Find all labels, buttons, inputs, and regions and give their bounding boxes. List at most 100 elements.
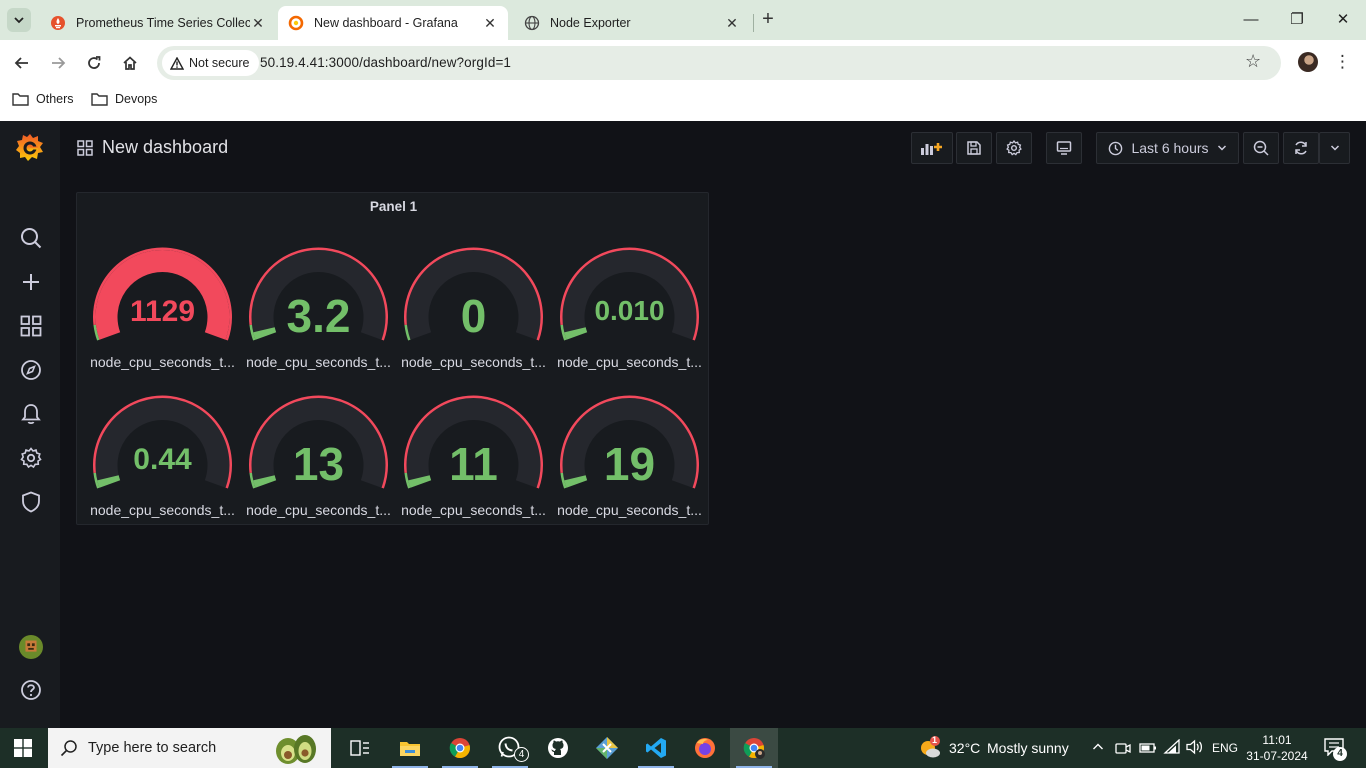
- gauge-arc: [93, 247, 232, 341]
- save-dashboard-button[interactable]: [956, 132, 992, 164]
- volume-icon[interactable]: [1186, 739, 1204, 760]
- bookmark-label: Others: [36, 92, 74, 106]
- restore-button[interactable]: ❐: [1282, 8, 1312, 32]
- tab-node-exporter[interactable]: Node Exporter ✕: [514, 6, 750, 40]
- tab-strip: Prometheus Time Series Collecti ✕ New da…: [0, 0, 1366, 40]
- battery-icon[interactable]: [1139, 741, 1157, 760]
- grafana-favicon-icon: [288, 15, 304, 31]
- dashboards-grid-icon[interactable]: [19, 314, 43, 338]
- zoom-out-button[interactable]: [1243, 132, 1279, 164]
- bookmark-folder-others[interactable]: Others: [12, 92, 74, 106]
- gauge-label: node_cpu_seconds_t...: [90, 502, 235, 518]
- minimize-button[interactable]: —: [1236, 8, 1266, 32]
- meet-now-icon[interactable]: [1115, 740, 1131, 761]
- taskbar-clock[interactable]: 11:01 31-07-2024: [1245, 732, 1309, 764]
- chevron-down-icon: [14, 17, 24, 24]
- gauge: 0 node_cpu_seconds_t...: [396, 237, 551, 372]
- gauge-label: node_cpu_seconds_t...: [401, 354, 546, 370]
- windows-start-icon[interactable]: [14, 739, 32, 762]
- refresh-interval-dropdown[interactable]: [1319, 132, 1350, 164]
- notification-center-icon[interactable]: 4: [1324, 738, 1348, 761]
- gauge: 13 node_cpu_seconds_t...: [241, 385, 396, 520]
- time-range-label: Last 6 hours: [1131, 140, 1209, 156]
- github-icon[interactable]: [534, 728, 582, 768]
- home-button[interactable]: [117, 50, 143, 76]
- gauge-value: 19: [603, 438, 656, 490]
- tab-separator: [753, 14, 754, 32]
- weather-description[interactable]: Mostly sunny: [987, 740, 1069, 756]
- wifi-icon[interactable]: [1163, 738, 1181, 760]
- add-panel-icon: [921, 143, 942, 155]
- gauge-value: 0.44: [133, 443, 192, 476]
- forward-button[interactable]: [45, 50, 71, 76]
- firefox-icon[interactable]: [681, 728, 729, 768]
- star-icon[interactable]: ☆: [1245, 51, 1261, 72]
- user-avatar[interactable]: [19, 635, 43, 659]
- input-language[interactable]: ENG: [1212, 741, 1238, 755]
- tv-mode-button[interactable]: [1046, 132, 1082, 164]
- chevron-up-icon[interactable]: [1092, 740, 1104, 758]
- file-explorer-icon[interactable]: [386, 728, 434, 768]
- chrome-active-icon[interactable]: [730, 728, 778, 768]
- new-tab-button[interactable]: +: [758, 9, 778, 29]
- security-indicator[interactable]: Not secure: [162, 50, 260, 76]
- dashboard-settings-button[interactable]: [996, 132, 1032, 164]
- chrome-icon[interactable]: [436, 728, 484, 768]
- close-window-button[interactable]: ✕: [1328, 8, 1358, 32]
- clock-time: 11:01: [1262, 733, 1292, 747]
- search-icon[interactable]: [19, 226, 43, 250]
- close-icon[interactable]: ✕: [250, 15, 266, 32]
- browser-toolbar: Not secure 50.19.4.41:3000/dashboard/new…: [0, 40, 1366, 86]
- git-tool-icon[interactable]: [583, 728, 631, 768]
- gauge-value: 13: [292, 438, 345, 490]
- tab-prometheus[interactable]: Prometheus Time Series Collecti ✕: [40, 6, 276, 40]
- avocado-decoration-icon: [276, 735, 316, 764]
- taskbar-search[interactable]: Type here to search: [48, 728, 331, 768]
- vscode-icon[interactable]: [632, 728, 680, 768]
- plus-icon[interactable]: [19, 270, 43, 294]
- gauge-value: 11: [449, 438, 498, 490]
- tab-title: New dashboard - Grafana: [314, 16, 458, 30]
- weather-icon[interactable]: 1: [918, 735, 942, 760]
- task-view-icon[interactable]: [336, 728, 384, 768]
- gauge-label: node_cpu_seconds_t...: [90, 354, 235, 370]
- tab-grafana[interactable]: New dashboard - Grafana ✕: [278, 6, 508, 40]
- windows-taskbar: Type here to search 4 1 32°C Mostly sunn…: [0, 728, 1366, 768]
- menu-kebab-icon[interactable]: ⋮: [1334, 51, 1351, 73]
- gauge: 19 node_cpu_seconds_t...: [552, 385, 707, 520]
- shield-icon[interactable]: [19, 490, 43, 514]
- temperature[interactable]: 32°C: [949, 740, 980, 756]
- compass-icon[interactable]: [19, 358, 43, 382]
- reload-icon: [88, 56, 101, 69]
- profile-avatar[interactable]: [1298, 52, 1318, 72]
- warning-icon: [170, 56, 184, 70]
- arrow-right-icon: [52, 57, 66, 69]
- search-icon: [60, 740, 77, 757]
- refresh-icon: [1295, 141, 1307, 155]
- address-bar[interactable]: Not secure 50.19.4.41:3000/dashboard/new…: [157, 46, 1281, 80]
- globe-icon: [524, 15, 540, 31]
- bell-icon[interactable]: [19, 402, 43, 426]
- back-button[interactable]: [9, 50, 35, 76]
- whatsapp-icon[interactable]: 4: [486, 728, 534, 768]
- grafana-logo-icon[interactable]: [14, 132, 46, 164]
- time-range-picker[interactable]: Last 6 hours: [1096, 132, 1239, 164]
- panel-title[interactable]: Panel 1: [77, 199, 710, 214]
- help-icon[interactable]: [19, 678, 43, 702]
- notification-count-badge: 4: [1333, 747, 1347, 761]
- close-icon[interactable]: ✕: [724, 15, 740, 32]
- gauge: 3.2 node_cpu_seconds_t...: [241, 237, 396, 372]
- gear-icon[interactable]: [19, 446, 43, 470]
- close-icon[interactable]: ✕: [482, 15, 498, 32]
- refresh-button[interactable]: [1283, 132, 1319, 164]
- panel[interactable]: Panel 1 1129 node_cpu_seconds_t... 3.2 node…: [76, 192, 709, 525]
- dashboard-title[interactable]: New dashboard: [102, 137, 228, 158]
- gauge-label: node_cpu_seconds_t...: [557, 354, 702, 370]
- tab-search-button[interactable]: [7, 8, 31, 32]
- url-text[interactable]: 50.19.4.41:3000/dashboard/new?orgId=1: [260, 55, 511, 70]
- add-panel-button[interactable]: [911, 132, 953, 164]
- bookmark-folder-devops[interactable]: Devops: [91, 92, 157, 106]
- chevron-down-icon: [1217, 145, 1226, 151]
- reload-button[interactable]: [81, 50, 107, 76]
- grafana-dashboard: New dashboard Last 6 hours Panel 1 1129 n…: [60, 121, 1366, 728]
